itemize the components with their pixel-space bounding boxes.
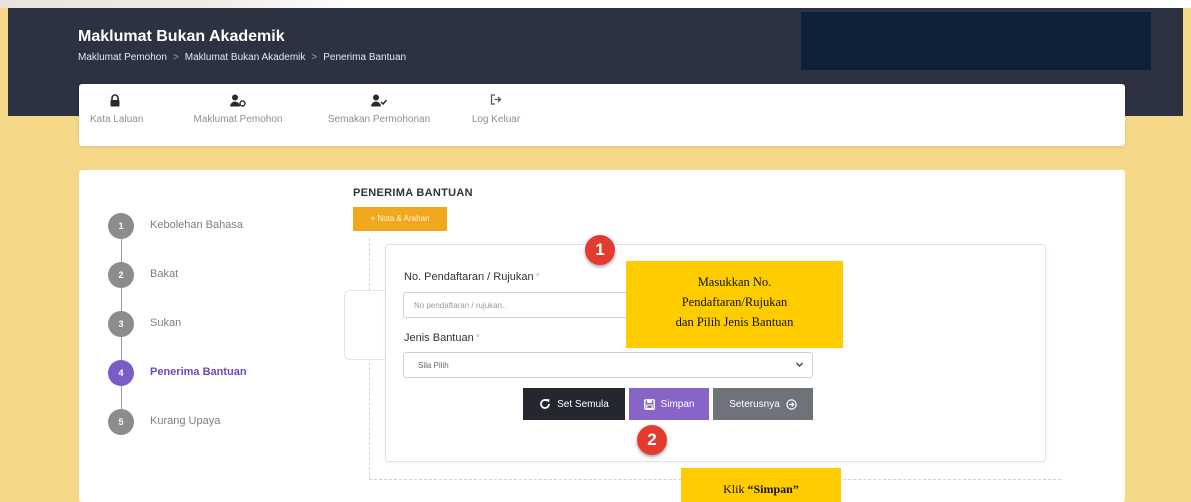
redacted-box — [801, 12, 1151, 70]
step-label: Sukan — [150, 317, 182, 329]
required-marker: * — [475, 332, 480, 344]
nav-item-kata-laluan[interactable]: Kata Laluan — [90, 94, 144, 125]
user-info-icon — [189, 94, 287, 108]
refresh-icon — [540, 399, 551, 409]
instruction-callout-2: Klik “Simpan” — [681, 468, 841, 502]
breadcrumb-item-penerima-bantuan: Penerima Bantuan — [323, 52, 407, 63]
next-button-label: Seterusnya — [729, 398, 780, 410]
nota-arahan-button[interactable]: + Nota & Arahan — [353, 207, 447, 231]
nav-item-log-keluar[interactable]: Log Keluar — [469, 94, 523, 125]
nav-item-label: Semakan Permohonan — [327, 114, 431, 125]
save-button[interactable]: Simpan — [629, 388, 709, 420]
step-number: 3 — [108, 311, 134, 337]
breadcrumb-item-bukan-akademik[interactable]: Maklumat Bukan Akademik — [185, 52, 306, 63]
step-number: 5 — [108, 409, 134, 435]
step-badge-2: 2 — [637, 425, 667, 455]
breadcrumb-separator: > — [172, 52, 179, 63]
aid-type-select[interactable]: Sila Pilih — [403, 352, 813, 378]
save-button-label: Simpan — [660, 398, 695, 410]
user-check-icon — [325, 94, 433, 108]
callout-line: Pendaftaran/Rujukan — [681, 295, 788, 309]
sign-out-icon — [469, 94, 523, 108]
step-number: 1 — [108, 213, 134, 239]
reset-button-label: Set Semula — [557, 398, 609, 410]
step-number: 2 — [108, 262, 134, 288]
nav-item-label: Log Keluar — [471, 114, 521, 125]
nav-card: Kata Laluan Maklumat Pemohon Semakan Per… — [79, 84, 1125, 146]
arrow-circle-right-icon — [786, 398, 797, 410]
registration-label-text: No. Pendaftaran / Rujukan — [404, 271, 534, 283]
aid-type-label-text: Jenis Bantuan — [404, 332, 474, 344]
nav-item-label: Kata Laluan — [90, 114, 144, 125]
nav-item-maklumat-pemohon[interactable]: Maklumat Pemohon — [189, 94, 287, 125]
step-badge-1: 1 — [585, 235, 615, 265]
step-label: Kebolehan Bahasa — [150, 219, 243, 231]
step-label: Penerima Bantuan — [150, 366, 247, 378]
callout-line: Masukkan No. — [697, 275, 772, 289]
registration-input[interactable] — [403, 292, 655, 318]
callout-line: dan Pilih Jenis Bantuan — [675, 315, 794, 329]
step-number: 4 — [108, 360, 134, 386]
page-title: Maklumat Bukan Akademik — [78, 28, 285, 45]
breadcrumb: Maklumat Pemohon > Maklumat Bukan Akademik… — [78, 52, 406, 63]
nav-item-label: Maklumat Pemohon — [193, 114, 283, 125]
breadcrumb-separator: > — [311, 52, 318, 63]
next-button[interactable]: Seterusnya — [713, 388, 813, 420]
top-strip — [0, 0, 1191, 8]
breadcrumb-item-maklumat-pemohon[interactable]: Maklumat Pemohon — [78, 52, 167, 63]
reset-button[interactable]: Set Semula — [523, 388, 625, 420]
callout-emphasis: “Simpan” — [747, 482, 799, 496]
aid-type-label: Jenis Bantuan * — [404, 332, 480, 344]
step-label: Kurang Upaya — [150, 415, 221, 427]
lock-icon — [90, 94, 140, 108]
aid-type-selected-value: Sila Pilih — [418, 361, 449, 370]
chevron-down-icon — [795, 360, 804, 371]
registration-label: No. Pendaftaran / Rujukan * — [404, 271, 540, 283]
section-title: PENERIMA BANTUAN — [353, 187, 473, 199]
callout-prefix: Klik — [723, 482, 748, 496]
floppy-disk-icon — [643, 398, 655, 410]
step-label: Bakat — [150, 268, 179, 280]
instruction-callout-1: Masukkan No. Pendaftaran/Rujukan dan Pil… — [626, 261, 843, 348]
top-strip-shade — [0, 0, 360, 8]
nav-item-semakan-permohonan[interactable]: Semakan Permohonan — [325, 94, 433, 125]
required-marker: * — [535, 271, 540, 283]
